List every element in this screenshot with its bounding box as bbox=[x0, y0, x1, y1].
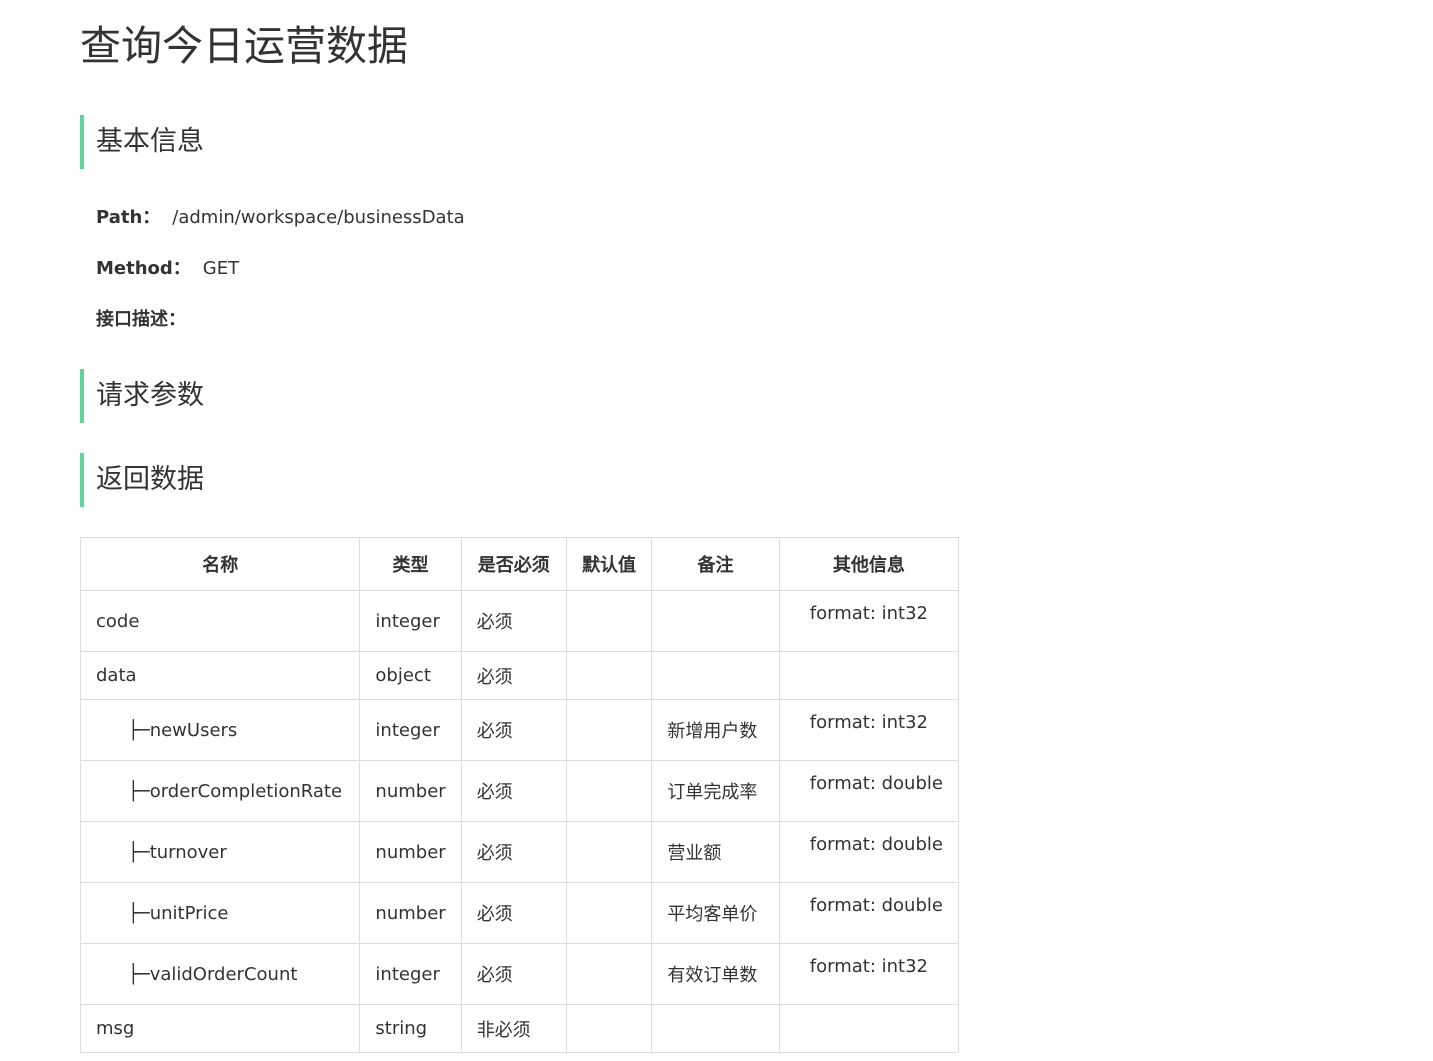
cell-name: code bbox=[79, 590, 361, 652]
cell-other bbox=[778, 651, 960, 700]
field-name: newUsers bbox=[149, 719, 238, 741]
cell-required: 必须 bbox=[460, 590, 567, 652]
field-name: unitPrice bbox=[149, 902, 229, 924]
cell-required: 非必须 bbox=[460, 1004, 567, 1053]
cell-type: number bbox=[359, 760, 462, 822]
cell-required: 必须 bbox=[460, 699, 567, 761]
cell-default bbox=[565, 590, 653, 652]
cell-required: 必须 bbox=[460, 882, 567, 944]
column-header-required: 是否必须 bbox=[460, 537, 567, 591]
cell-type: integer bbox=[359, 943, 462, 1005]
cell-name: ├─unitPrice bbox=[79, 882, 361, 944]
column-header-default: 默认值 bbox=[565, 537, 653, 591]
cell-note: 平均客单价 bbox=[651, 882, 780, 944]
cell-type: number bbox=[359, 821, 462, 883]
field-name: code bbox=[96, 610, 140, 632]
cell-other bbox=[778, 1004, 960, 1053]
table-row: ├─unitPrice number 必须 平均客单价 format: doub… bbox=[79, 882, 960, 944]
cell-type: integer bbox=[359, 590, 462, 652]
table-header-row: 名称 类型 是否必须 默认值 备注 其他信息 bbox=[79, 537, 960, 591]
method-line: Method： GET bbox=[96, 255, 239, 283]
cell-name: data bbox=[79, 651, 361, 700]
table-row: msg string 非必须 bbox=[79, 1004, 960, 1053]
cell-default bbox=[565, 1004, 653, 1053]
cell-required: 必须 bbox=[460, 760, 567, 822]
cell-other: format: int32 bbox=[778, 943, 960, 1005]
basic-info-heading: 基本信息 bbox=[80, 115, 680, 169]
column-header-note: 备注 bbox=[651, 537, 780, 591]
request-params-heading: 请求参数 bbox=[80, 369, 680, 423]
cell-required: 必须 bbox=[460, 821, 567, 883]
cell-note bbox=[651, 590, 780, 652]
cell-type: number bbox=[359, 882, 462, 944]
cell-default bbox=[565, 699, 653, 761]
cell-required: 必须 bbox=[460, 651, 567, 700]
table-row: ├─validOrderCount integer 必须 有效订单数 forma… bbox=[79, 943, 960, 1005]
cell-note: 订单完成率 bbox=[651, 760, 780, 822]
cell-required: 必须 bbox=[460, 943, 567, 1005]
page-title: 查询今日运营数据 bbox=[80, 22, 408, 70]
description-label: 接口描述： bbox=[96, 309, 186, 330]
response-data-heading: 返回数据 bbox=[80, 453, 680, 507]
tree-branch-prefix: ├─ bbox=[128, 780, 150, 802]
table-row: data object 必须 bbox=[79, 651, 960, 700]
tree-branch-prefix: ├─ bbox=[128, 902, 150, 924]
cell-type: object bbox=[359, 651, 462, 700]
table-row: ├─orderCompletionRate number 必须 订单完成率 fo… bbox=[79, 760, 960, 822]
cell-other: format: int32 bbox=[778, 590, 960, 652]
cell-name: ├─orderCompletionRate bbox=[79, 760, 361, 822]
cell-type: integer bbox=[359, 699, 462, 761]
field-name: validOrderCount bbox=[149, 963, 298, 985]
cell-type: string bbox=[359, 1004, 462, 1053]
cell-name: ├─newUsers bbox=[79, 699, 361, 761]
cell-name: ├─validOrderCount bbox=[79, 943, 361, 1005]
cell-other: format: int32 bbox=[778, 699, 960, 761]
cell-default bbox=[565, 943, 653, 1005]
cell-name: ├─turnover bbox=[79, 821, 361, 883]
column-header-other: 其他信息 bbox=[778, 537, 960, 591]
path-value: /admin/workspace/businessData bbox=[172, 207, 465, 228]
column-header-type: 类型 bbox=[359, 537, 462, 591]
table-row: code integer 必须 format: int32 bbox=[79, 590, 960, 652]
field-name: data bbox=[96, 665, 137, 686]
cell-note bbox=[651, 1004, 780, 1053]
field-name: turnover bbox=[149, 841, 227, 863]
description-line: 接口描述： bbox=[96, 306, 186, 334]
tree-branch-prefix: ├─ bbox=[128, 963, 150, 985]
path-label: Path： bbox=[96, 207, 161, 228]
method-label: Method： bbox=[96, 258, 191, 279]
field-name: msg bbox=[96, 1018, 135, 1039]
table-row: ├─turnover number 必须 营业额 format: double bbox=[79, 821, 960, 883]
field-name: orderCompletionRate bbox=[149, 780, 343, 802]
cell-other: format: double bbox=[778, 821, 960, 883]
table-row: ├─newUsers integer 必须 新增用户数 format: int3… bbox=[79, 699, 960, 761]
cell-note bbox=[651, 651, 780, 700]
method-value: GET bbox=[202, 258, 240, 279]
cell-note: 营业额 bbox=[651, 821, 780, 883]
cell-default bbox=[565, 651, 653, 700]
column-header-name: 名称 bbox=[79, 537, 361, 591]
cell-other: format: double bbox=[778, 760, 960, 822]
tree-branch-prefix: ├─ bbox=[128, 719, 150, 741]
cell-other: format: double bbox=[778, 882, 960, 944]
response-params-table: 名称 类型 是否必须 默认值 备注 其他信息 code integer 必须 f… bbox=[79, 537, 960, 1053]
cell-note: 新增用户数 bbox=[651, 699, 780, 761]
cell-default bbox=[565, 760, 653, 822]
cell-default bbox=[565, 882, 653, 944]
cell-name: msg bbox=[79, 1004, 361, 1053]
path-line: Path： /admin/workspace/businessData bbox=[96, 204, 465, 232]
tree-branch-prefix: ├─ bbox=[128, 841, 150, 863]
cell-default bbox=[565, 821, 653, 883]
cell-note: 有效订单数 bbox=[651, 943, 780, 1005]
